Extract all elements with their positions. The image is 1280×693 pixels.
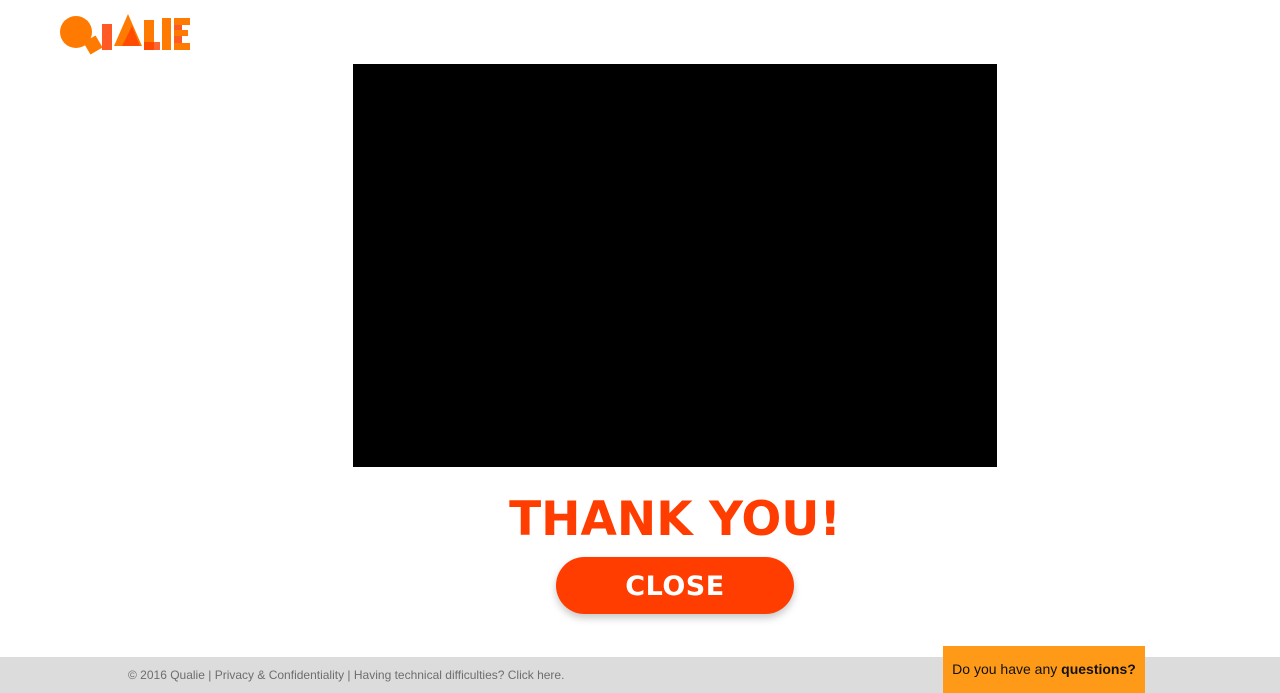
questions-tab-prefix: Do you have any [952, 661, 1062, 677]
video-player[interactable] [353, 64, 997, 467]
qualie-logo[interactable] [58, 10, 192, 56]
close-button[interactable]: CLOSE [556, 557, 794, 614]
footer-text: © 2016 Qualie | Privacy & Confidentialit… [128, 667, 564, 683]
qualie-logo-mark [60, 14, 190, 55]
technical-difficulties-link[interactable]: Having technical difficulties? Click her… [354, 668, 565, 682]
page: THANK YOU! CLOSE © 2016 Qualie | Privacy… [0, 0, 1280, 693]
copyright-text: © 2016 Qualie [128, 668, 205, 682]
footer-separator: | [204, 668, 215, 682]
thank-you-heading: THANK YOU! [509, 492, 841, 547]
privacy-link[interactable]: Privacy & Confidentiality [215, 668, 344, 682]
questions-tab-emphasis: questions? [1061, 661, 1136, 677]
questions-tab[interactable]: Do you have any questions? [943, 646, 1145, 693]
footer-separator: | [344, 668, 354, 682]
